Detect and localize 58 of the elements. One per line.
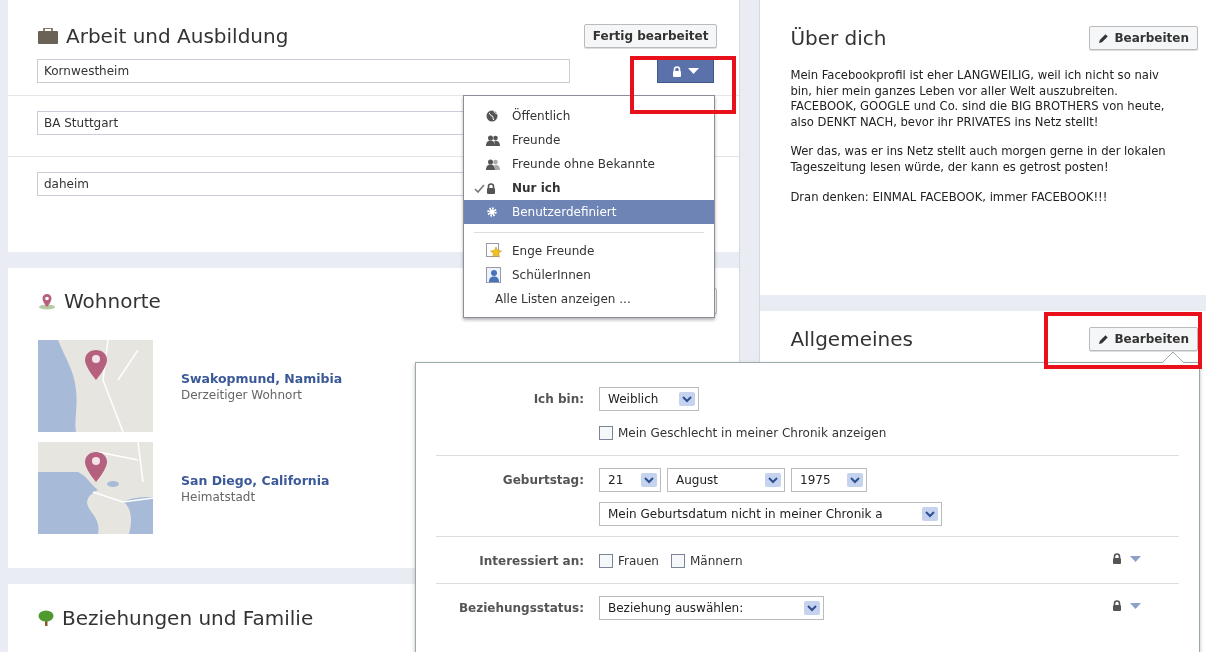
section-title: Wohnorte	[64, 289, 161, 314]
form-label: Ich bin:	[532, 391, 584, 408]
caret-icon	[1130, 555, 1141, 562]
menu-item[interactable]: Benutzerdefiniert	[464, 200, 714, 224]
people-icon	[486, 158, 500, 170]
menu-item[interactable]: Enge Freunde	[464, 239, 714, 263]
dropdown-field[interactable]: Beziehung auswählen:	[599, 596, 824, 620]
dropdown-field[interactable]: 1975	[791, 468, 867, 492]
place-link[interactable]: San Diego, California	[181, 473, 330, 489]
menu-item[interactable]: SchülerInnen	[464, 263, 714, 287]
dropdown-field[interactable]: 21	[599, 468, 661, 492]
dropdown-field[interactable]: Mein Geburtsdatum nicht in meiner Chronik a	[599, 502, 942, 526]
edit-button[interactable]: Bearbeiten	[1089, 327, 1198, 351]
place-caption: Heimatstadt	[181, 490, 257, 505]
menu-item[interactable]: Alle Listen anzeigen ...	[464, 287, 714, 311]
lock-icon	[486, 182, 496, 194]
checkbox-label: Männern	[689, 554, 743, 568]
edit-button[interactable]: Bearbeiten	[1089, 26, 1198, 50]
star-list-icon	[486, 243, 502, 259]
privacy-button[interactable]	[657, 59, 715, 83]
done-button[interactable]: Fertig bearbeitet	[583, 24, 718, 48]
section-title: Arbeit und Ausbildung	[66, 24, 289, 48]
section-title: Über dich	[790, 26, 887, 50]
privacy-selector[interactable]	[1112, 600, 1141, 611]
form-label: Interessiert an:	[478, 553, 584, 570]
globe-icon	[486, 110, 498, 122]
caret-icon	[688, 68, 700, 74]
about-paragraph: Mein Facebookprofil ist eher LANGWEILIG, weil ich nicht so naiv bin, hier mein ganzes Leben vor aller Welt auszubreiten. FACEBOOK, GOOGLE und Co. sind die BIG BROTHERS von heute, also DENKT NACH, bevor ihr PRIVATES ins Netz stellt!	[790, 68, 1166, 131]
lock-icon	[672, 65, 683, 77]
section-title: Allgemeines	[790, 327, 913, 351]
lock-icon	[1112, 600, 1122, 611]
pencil-icon	[1098, 333, 1110, 345]
dropdown-field[interactable]: Weiblich	[599, 387, 699, 411]
checkbox-label: Mein Geschlecht in meiner Chronik anzeigen	[618, 426, 887, 440]
people-icon	[486, 134, 500, 146]
lock-icon	[1112, 553, 1122, 564]
dropdown-field[interactable]: August	[667, 468, 785, 492]
text-field[interactable]: Kornwestheim	[37, 59, 570, 83]
caret-icon	[1130, 602, 1141, 609]
checkbox[interactable]	[670, 554, 685, 568]
contact-list-icon	[486, 267, 502, 283]
briefcase-icon	[38, 28, 58, 44]
about-paragraph: Wer das, was er ins Netz stellt auch morgen gerne in der lokalen Tageszeitung lesen würde, der kann es getrost posten!	[790, 144, 1167, 176]
checkmark-icon	[474, 183, 485, 193]
map-pin-icon	[38, 292, 56, 310]
checkbox[interactable]	[599, 426, 613, 440]
privacy-selector[interactable]	[1112, 553, 1141, 564]
place-link[interactable]: Swakopmund, Namibia	[181, 371, 343, 387]
pencil-icon	[1098, 32, 1110, 44]
checkbox[interactable]	[599, 554, 613, 568]
form-label: Beziehungsstatus:	[457, 600, 584, 617]
place-caption: Derzeitiger Wohnort	[181, 388, 304, 403]
about-paragraph: Dran denken: EINMAL FACEBOOK, immer FACEBOOK!!!	[790, 189, 1109, 206]
section-title: Beziehungen und Familie	[62, 606, 314, 630]
checkbox-label: Frauen	[618, 554, 659, 568]
tree-icon	[38, 610, 54, 626]
gear-icon	[486, 206, 498, 218]
form-label: Geburtstag:	[501, 472, 584, 489]
